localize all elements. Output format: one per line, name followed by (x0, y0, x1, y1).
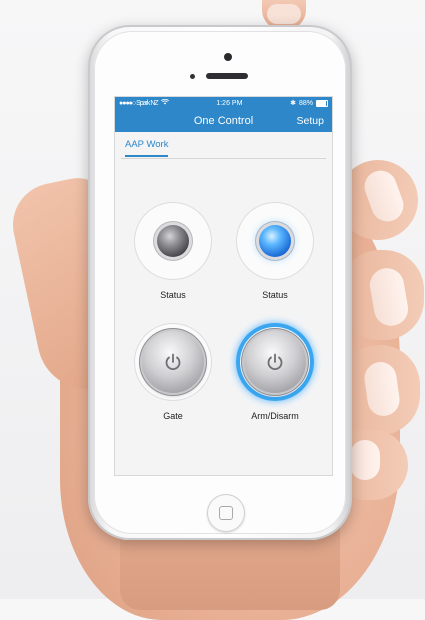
nav-bar: One Control Setup (115, 109, 332, 132)
bluetooth-icon: ✱ (290, 100, 296, 107)
tile-label: Status (160, 290, 186, 300)
knob (244, 331, 306, 393)
setup-button[interactable]: Setup (297, 115, 324, 127)
sensor (190, 74, 195, 79)
speaker-grille (206, 73, 248, 79)
home-button[interactable] (207, 494, 245, 532)
status-indicator[interactable] (134, 202, 212, 280)
status-bar: ●●●●○ Spark NZ 1:26 PM ✱ 88% (115, 97, 332, 109)
tile-label: Status (262, 290, 288, 300)
page-title: One Control (193, 114, 254, 127)
gate-button[interactable] (134, 323, 212, 401)
wifi-icon (160, 98, 169, 107)
battery-percent: 88% (298, 99, 313, 107)
status-indicator[interactable] (236, 202, 314, 280)
camera (224, 53, 232, 61)
power-icon (165, 353, 181, 371)
battery-icon (316, 99, 328, 107)
fingernail (267, 4, 301, 24)
status-tile: Status (235, 202, 315, 300)
arm-disarm-button[interactable] (236, 323, 314, 401)
status-led-icon (157, 225, 189, 257)
tab-bar: AAP Work (121, 132, 326, 159)
app-screen: ●●●●○ Spark NZ 1:26 PM ✱ 88% One Control… (115, 97, 332, 475)
status-led-icon (259, 225, 291, 257)
knob (142, 331, 204, 393)
gate-tile: Gate (133, 323, 213, 421)
tab-aap-work[interactable]: AAP Work (125, 139, 169, 157)
arm-disarm-tile: Arm/Disarm (235, 323, 315, 421)
home-square-icon (219, 506, 233, 520)
fingernail (350, 440, 380, 480)
tile-label: Gate (163, 411, 183, 421)
status-tile: Status (133, 202, 213, 300)
carrier-label: ●●●●○ Spark NZ (119, 99, 159, 107)
status-time: 1:26 PM (216, 99, 243, 107)
power-icon (267, 353, 283, 371)
tile-label: Arm/Disarm (251, 411, 299, 421)
